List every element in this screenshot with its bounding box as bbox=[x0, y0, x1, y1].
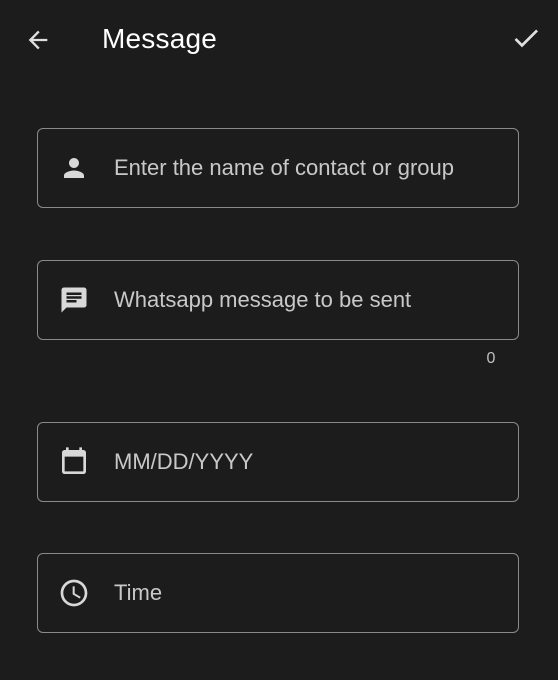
message-icon bbox=[58, 284, 90, 316]
contact-field[interactable]: Enter the name of contact or group bbox=[37, 128, 519, 208]
confirm-button[interactable] bbox=[504, 18, 548, 58]
person-icon bbox=[58, 152, 90, 184]
back-button[interactable] bbox=[18, 20, 58, 60]
date-field[interactable]: MM/DD/YYYY bbox=[37, 422, 519, 502]
page-title: Message bbox=[102, 23, 218, 54]
time-field[interactable]: Time bbox=[37, 553, 519, 633]
date-placeholder: MM/DD/YYYY bbox=[114, 449, 254, 474]
calendar-icon bbox=[58, 446, 90, 478]
app-toolbar: Message bbox=[0, 0, 558, 78]
character-counter: 0 bbox=[486, 350, 496, 367]
message-field[interactable]: Whatsapp message to be sent bbox=[37, 260, 519, 340]
contact-placeholder: Enter the name of contact or group bbox=[114, 155, 454, 180]
clock-icon bbox=[58, 577, 90, 609]
message-placeholder: Whatsapp message to be sent bbox=[114, 287, 412, 312]
check-icon bbox=[514, 29, 538, 48]
arrow-back-icon bbox=[28, 30, 48, 50]
time-placeholder: Time bbox=[114, 580, 163, 605]
